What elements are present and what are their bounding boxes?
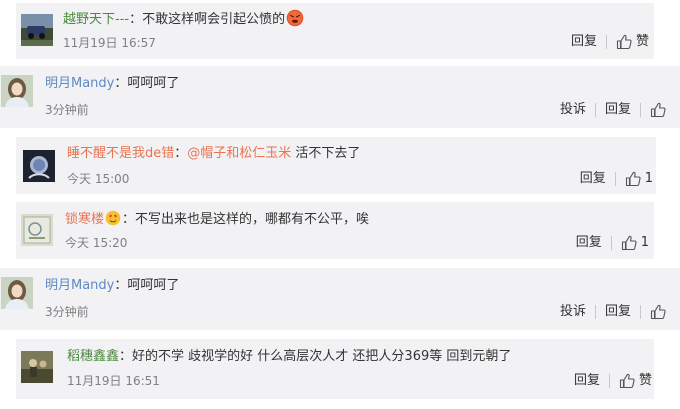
separator: ：	[119, 349, 133, 364]
separator: ：	[114, 76, 128, 91]
comment-text: 好的不学 歧视学的好 什么高层次人才 还把人分369等 回到元朝了	[132, 349, 512, 364]
thumbs-up-icon	[625, 171, 641, 187]
comment-text: 活不下去了	[291, 146, 361, 161]
divider	[640, 103, 641, 117]
report-button[interactable]: 投诉	[560, 303, 586, 321]
like-button[interactable]	[650, 102, 666, 118]
separator: ：	[129, 12, 143, 27]
reply-button[interactable]: 回复	[576, 234, 602, 252]
like-button[interactable]	[650, 304, 666, 320]
username-link[interactable]: 明月Mandy	[45, 76, 114, 91]
comment-item: 明月Mandy：呵呵呵了 3分钟前 投诉 回复	[0, 66, 680, 128]
thumbs-up-icon	[619, 373, 635, 389]
comment-item: 睡不醒不是我de错：@帽子和松仁玉米 活不下去了 今天 15:00 回复 1	[16, 137, 656, 194]
reply-button[interactable]: 回复	[580, 170, 606, 188]
comment-time: 今天 15:20	[65, 236, 128, 250]
like-button[interactable]: 赞	[619, 372, 652, 390]
comment-time: 今天 15:00	[67, 172, 130, 186]
separator: ：	[114, 278, 128, 293]
divider	[594, 103, 596, 117]
comment-text: 不写出来也是这样的，哪都有不公平，唉	[135, 212, 370, 227]
avatar[interactable]	[1, 277, 33, 309]
separator: ：	[174, 146, 188, 161]
like-count: 1	[644, 171, 653, 186]
comment-item: 越野天下---：不敢这样啊会引起公愤的 11月19日 16:57 回复 赞	[16, 3, 654, 59]
comment-item: 稻穗鑫鑫：好的不学 歧视学的好 什么高层次人才 还把人分369等 回到元朝了 1…	[16, 339, 654, 399]
like-button[interactable]: 赞	[616, 33, 649, 51]
reply-button[interactable]: 回复	[605, 101, 631, 119]
reply-button[interactable]: 回复	[605, 303, 631, 321]
comment-text: 呵呵呵了	[127, 76, 180, 91]
username-link[interactable]: 锁寒楼	[65, 212, 104, 227]
comment-time: 11月19日 16:51	[67, 374, 160, 388]
angry-face-icon	[286, 9, 304, 27]
username-link[interactable]: 越野天下---	[63, 12, 129, 27]
reply-button[interactable]: 回复	[571, 33, 597, 51]
like-label: 赞	[635, 34, 649, 49]
avatar[interactable]	[21, 14, 53, 46]
thumbs-up-icon	[650, 304, 666, 320]
thumbs-up-icon	[621, 235, 637, 251]
like-button[interactable]: 1	[621, 234, 649, 252]
avatar[interactable]	[1, 75, 33, 107]
avatar[interactable]	[23, 150, 55, 182]
comment-item: 明月Mandy：呵呵呵了 3分钟前 投诉 回复	[0, 268, 680, 330]
divider	[614, 172, 616, 186]
divider	[640, 305, 641, 319]
username-link[interactable]: 稻穗鑫鑫	[67, 349, 119, 364]
comment-time: 3分钟前	[45, 305, 89, 319]
divider	[605, 35, 607, 49]
reply-button[interactable]: 回复	[574, 372, 600, 390]
avatar[interactable]	[21, 351, 53, 383]
like-label: 赞	[638, 373, 652, 388]
thumbs-up-icon	[650, 102, 666, 118]
comment-time: 11月19日 16:57	[63, 36, 156, 50]
mention-link[interactable]: @帽子和松仁玉米	[187, 146, 291, 161]
separator: ：	[122, 212, 136, 227]
username-link[interactable]: 睡不醒不是我de错	[67, 146, 174, 161]
divider	[608, 374, 610, 388]
divider	[594, 305, 596, 319]
avatar[interactable]	[21, 214, 53, 246]
comment-text: 呵呵呵了	[127, 278, 180, 293]
heart-face-icon	[105, 210, 121, 226]
divider	[610, 236, 612, 250]
comment-text: 不敢这样啊会引起公愤的	[142, 12, 286, 27]
like-count: 1	[640, 235, 649, 250]
thumbs-up-icon	[616, 34, 632, 50]
report-button[interactable]: 投诉	[560, 101, 586, 119]
comment-time: 3分钟前	[45, 103, 89, 117]
like-button[interactable]: 1	[625, 170, 653, 188]
comment-item: 锁寒楼 ：不写出来也是这样的，哪都有不公平，唉 今天 15:20 回复 1	[16, 202, 654, 259]
username-link[interactable]: 明月Mandy	[45, 278, 114, 293]
